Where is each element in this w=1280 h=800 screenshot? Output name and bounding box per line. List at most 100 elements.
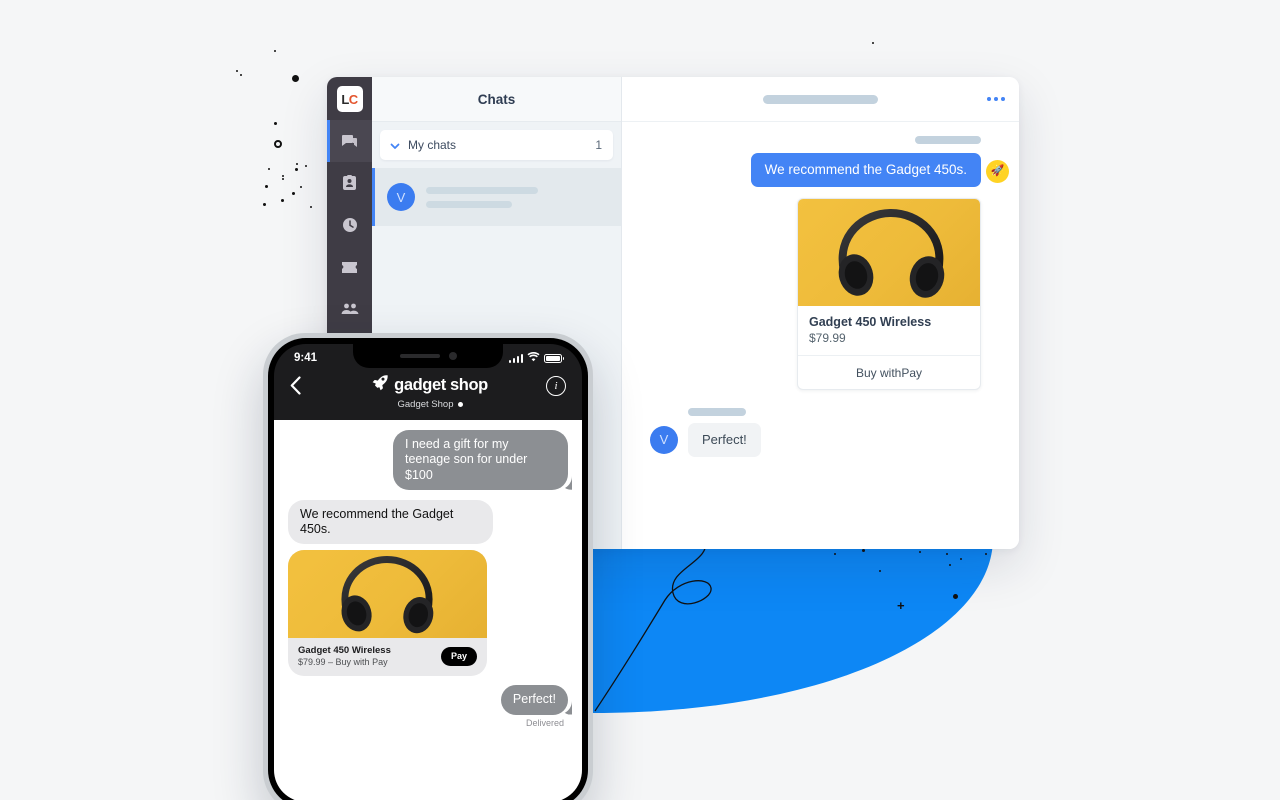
product-card[interactable]: Gadget 450 Wireless $79.99 Buy with Pay bbox=[797, 198, 981, 391]
decor-dot bbox=[274, 50, 276, 52]
product-card-body: Gadget 450 Wireless $79.99 – Buy with Pa… bbox=[288, 638, 487, 676]
conversation-messages: We recommend the Gadget 450s. 🚀 Gadget 4… bbox=[622, 122, 1019, 549]
brand-subtitle: Gadget Shop bbox=[398, 399, 463, 410]
avatar: V bbox=[650, 425, 678, 454]
imessage-outgoing-row: I need a gift for my teenage son for und… bbox=[288, 430, 568, 490]
decor-dot bbox=[274, 122, 277, 125]
decor-dot bbox=[282, 175, 284, 177]
incoming-row: V Perfect! bbox=[650, 423, 761, 457]
ticket-icon bbox=[341, 261, 358, 274]
livechat-logo: LC bbox=[336, 86, 363, 112]
status-indicators bbox=[508, 351, 564, 365]
apple-pay-button[interactable]: Pay bbox=[440, 646, 477, 666]
decor-dot bbox=[879, 570, 881, 572]
decor-dot bbox=[281, 199, 284, 202]
sidebar-item-chats[interactable] bbox=[327, 120, 372, 162]
decor-dot bbox=[985, 553, 987, 555]
message-outgoing: We recommend the Gadget 450s. 🚀 Gadget 4… bbox=[644, 136, 1009, 391]
battery-icon bbox=[544, 353, 564, 363]
rocket-icon: 🚀 bbox=[986, 160, 1009, 183]
avatar: V bbox=[387, 183, 415, 211]
imessage-product-card[interactable]: Gadget 450 Wireless $79.99 – Buy with Pa… bbox=[288, 550, 487, 677]
conversation-title-placeholder bbox=[763, 94, 878, 104]
chats-icon bbox=[341, 134, 358, 149]
product-card-text: Gadget 450 Wireless $79.99 – Buy with Pa… bbox=[298, 645, 441, 667]
decor-dot bbox=[236, 70, 238, 72]
team-icon bbox=[341, 303, 359, 315]
buy-label-prefix: Buy with bbox=[855, 365, 902, 380]
headphones-illustration bbox=[341, 556, 434, 634]
cellular-bars-icon bbox=[508, 353, 523, 363]
delivery-status: Delivered bbox=[525, 717, 564, 728]
blue-blob-svg bbox=[593, 538, 993, 713]
chats-panel-title: Chats bbox=[477, 91, 516, 107]
conversation-header bbox=[622, 77, 1019, 122]
back-chevron-icon[interactable] bbox=[290, 376, 314, 399]
phone-notch bbox=[353, 344, 503, 368]
decor-dot bbox=[310, 206, 312, 208]
product-price-text: $79.99 – Buy with bbox=[298, 657, 373, 668]
sidebar-item-archives[interactable] bbox=[327, 162, 372, 204]
imessage-last-outgoing: Perfect! Delivered bbox=[288, 685, 568, 728]
decor-dot bbox=[282, 178, 284, 180]
product-name: Gadget 450 Wireless bbox=[298, 645, 391, 657]
chevron-down-icon[interactable] bbox=[389, 139, 401, 151]
decor-dot bbox=[295, 168, 298, 171]
decor-dot bbox=[265, 185, 268, 188]
phone-message-thread: I need a gift for my teenage son for und… bbox=[274, 420, 582, 800]
decor-dot bbox=[949, 564, 951, 566]
decor-dot bbox=[268, 168, 270, 170]
status-time: 9:41 bbox=[294, 352, 318, 364]
logo-letter-l: L bbox=[341, 91, 349, 107]
contact-card-icon bbox=[342, 175, 357, 191]
sidebar-item-history[interactable] bbox=[327, 204, 372, 246]
rocket-logo-icon bbox=[372, 374, 389, 396]
wifi-icon bbox=[527, 351, 540, 365]
phone-bezel: 9:41 gadget shop Gadget Shop i I need a … bbox=[268, 338, 588, 800]
decor-dot bbox=[300, 186, 302, 188]
rail-nav bbox=[327, 120, 372, 330]
decor-plus: + bbox=[897, 598, 905, 613]
conversation-panel: We recommend the Gadget 450s. 🚀 Gadget 4… bbox=[622, 77, 1019, 549]
chat-group-count: 1 bbox=[595, 138, 602, 152]
message-bubble-outgoing: We recommend the Gadget 450s. 🚀 bbox=[750, 153, 1009, 188]
product-price: $79.99 bbox=[809, 331, 846, 346]
chat-item-placeholder-lines bbox=[426, 186, 538, 208]
buy-with-apple-pay-button[interactable]: Buy with Pay bbox=[798, 355, 980, 389]
blue-blob-shape bbox=[593, 538, 1023, 713]
chat-group-my-chats[interactable]: My chats 1 bbox=[380, 130, 613, 160]
decor-dot bbox=[296, 163, 298, 165]
earpiece-speaker bbox=[399, 354, 440, 358]
decor-dot bbox=[946, 553, 948, 555]
imessage-bubble-outgoing: I need a gift for my teenage son for und… bbox=[393, 430, 568, 490]
placeholder-bar bbox=[426, 200, 512, 208]
screenshot-root: + LC Chats My chats 1 V We recommend the… bbox=[0, 0, 1280, 800]
product-info: Gadget 450 Wireless $79.99 bbox=[798, 306, 980, 355]
phone-screen: 9:41 gadget shop Gadget Shop i I need a … bbox=[274, 344, 582, 800]
phone-nav-bar: gadget shop Gadget Shop i bbox=[274, 372, 582, 420]
chat-group-label: My chats bbox=[408, 138, 457, 152]
apple-pay-label: Pay bbox=[450, 651, 467, 662]
product-image bbox=[288, 550, 487, 639]
imessage-bubble-outgoing: Perfect! bbox=[500, 685, 568, 715]
logo-letter-c: C bbox=[348, 91, 358, 107]
decor-dot bbox=[834, 553, 836, 555]
decor-dot bbox=[953, 594, 958, 599]
decor-dot bbox=[240, 74, 242, 76]
message-timestamp-placeholder bbox=[688, 408, 746, 417]
decor-dot bbox=[862, 549, 865, 552]
brand-name: gadget shop bbox=[394, 375, 488, 394]
sidebar-item-team[interactable] bbox=[327, 288, 372, 330]
decor-dot bbox=[872, 42, 874, 44]
more-options-icon[interactable] bbox=[987, 97, 1005, 101]
clock-icon bbox=[342, 217, 358, 233]
decor-dot bbox=[305, 165, 307, 167]
message-timestamp-placeholder bbox=[915, 136, 981, 144]
imessage-bubble-incoming: We recommend the Gadget 450s. bbox=[288, 499, 493, 545]
decor-dot bbox=[960, 558, 962, 560]
message-bubble-incoming: Perfect! bbox=[688, 423, 761, 457]
chat-list-item[interactable]: V bbox=[372, 168, 621, 226]
info-icon[interactable]: i bbox=[546, 376, 566, 396]
phone-brand: gadget shop Gadget Shop bbox=[314, 374, 546, 410]
sidebar-item-tickets[interactable] bbox=[327, 246, 372, 288]
